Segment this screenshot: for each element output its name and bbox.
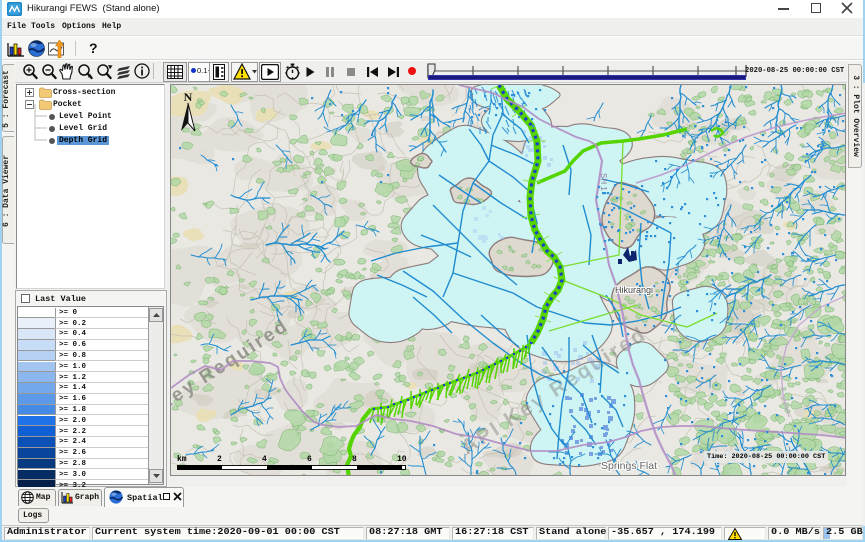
svg-text:Springs Flat: Springs Flat xyxy=(601,460,657,472)
svg-text:Hikurangi: Hikurangi xyxy=(615,285,653,295)
svg-text:SH 1: SH 1 xyxy=(599,173,608,191)
svg-text:N: N xyxy=(184,90,193,104)
